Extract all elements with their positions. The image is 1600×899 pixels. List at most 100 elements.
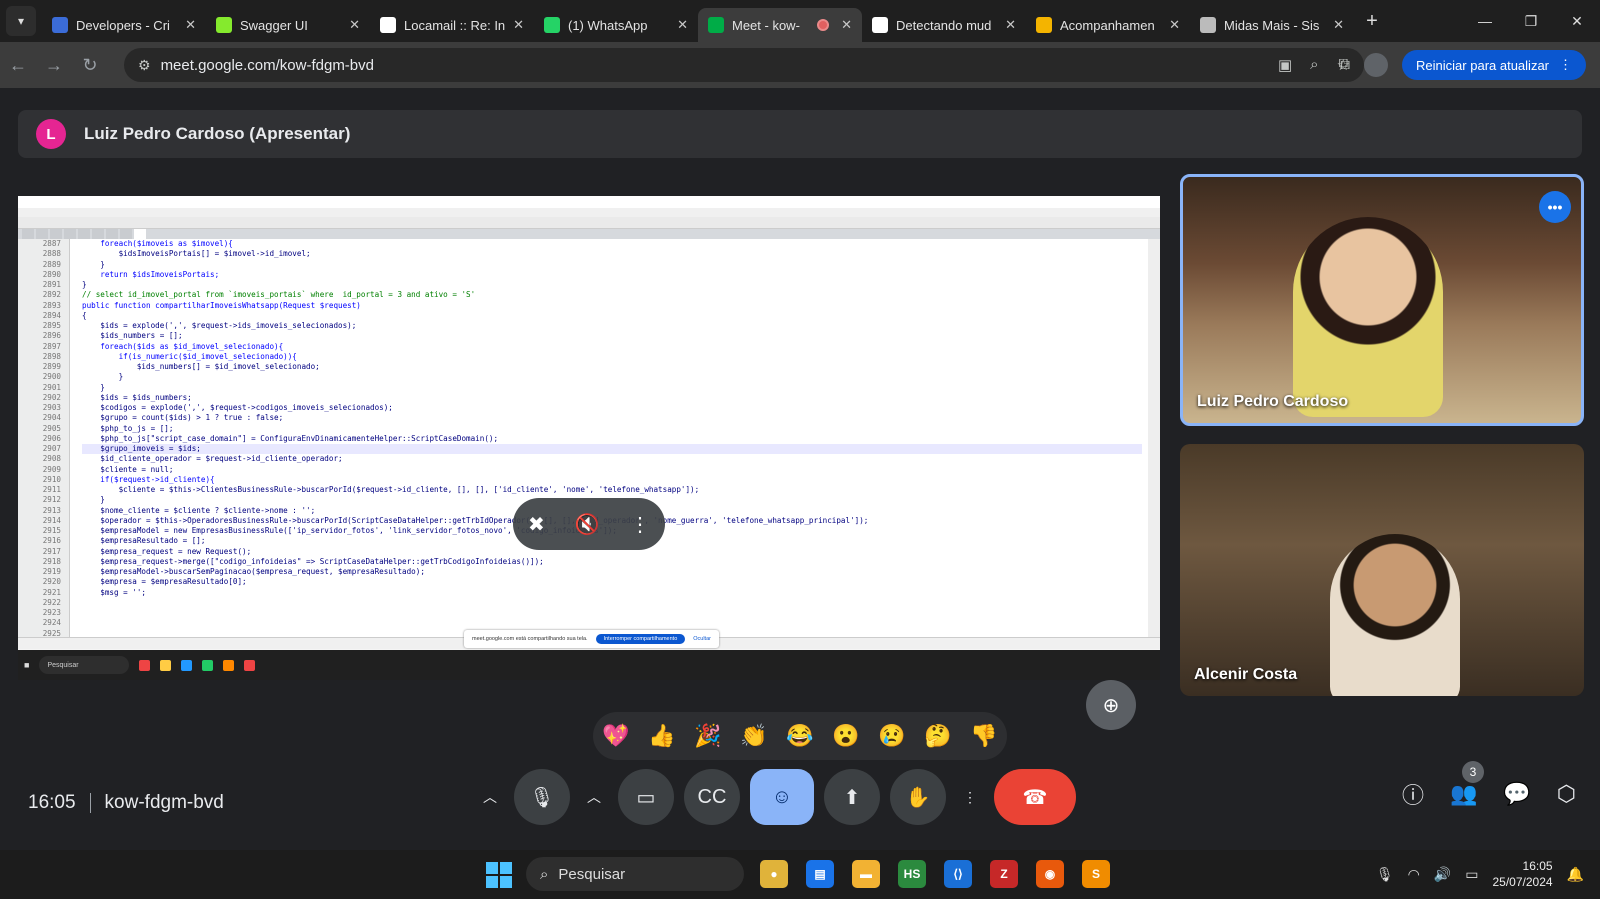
reactions-button[interactable]: ☺ [750,769,814,825]
battery-icon[interactable]: ▭ [1465,866,1478,883]
forward-button[interactable]: → [36,55,72,76]
close-tab-icon[interactable]: ✕ [677,17,688,33]
raise-hand-button[interactable]: ✋ [890,769,946,825]
call-controls: ︿ 🎙 ︿ ▭ CC ☺ ⬆ ✋ ⋮ ☎ [476,768,1076,826]
profile-avatar[interactable] [1364,53,1389,77]
vscode-app-icon[interactable]: ⟨⟩ [944,860,972,888]
minimize-button[interactable]: — [1462,0,1508,42]
reaction-emoji-button[interactable]: 👎 [970,723,997,749]
mic-off-icon[interactable]: ✖ [528,512,545,537]
more-options-button[interactable]: ⋮ [956,769,984,825]
camera-button[interactable]: ▭ [618,769,674,825]
remote-app-icon [160,659,172,671]
browser-tab[interactable]: Developers - Cri ✕ [42,8,206,42]
taskbar-apps: ● ▤ ▬ HS ⟨⟩ Z ◉ S [760,860,1110,888]
taskbar-clock[interactable]: 16:05 25/07/2024 [1493,858,1553,890]
line-number: 2906 [42,433,61,443]
firefox-app-icon[interactable]: ◉ [1036,860,1064,888]
chrome-app-icon[interactable]: ● [760,860,788,888]
omnibox[interactable]: ⚙ meet.google.com/kow-fdgm-bvd ▣ ⌕ ☆ [124,48,1364,82]
sublime-app-icon[interactable]: S [1082,860,1110,888]
back-button[interactable]: ← [0,55,36,76]
microphone-button[interactable]: 🎙 [514,769,570,825]
new-tab-button[interactable]: + [1358,10,1386,33]
close-tab-icon[interactable]: ✕ [1005,17,1016,33]
url-text[interactable]: meet.google.com/kow-fdgm-bvd [161,57,374,74]
browser-tab[interactable]: Acompanhamen ✕ [1026,8,1190,42]
code-line: foreach($ids as $id_imovel_selecionado){ [82,341,284,351]
notepad-tabs [18,229,1160,239]
reaction-emoji-button[interactable]: 💖 [602,723,629,749]
browser-tab[interactable]: Midas Mais - Sis ✕ [1190,8,1354,42]
reaction-emoji-button[interactable]: 👏 [740,723,767,749]
close-tab-icon[interactable]: ✕ [349,17,360,33]
shared-screen[interactable]: 2887 2888 2889 2890 2891 2892 2893 2894 2895 2896… [18,196,1160,680]
heidisql-app-icon[interactable]: HS [898,860,926,888]
reaction-emoji-button[interactable]: 😢 [878,723,905,749]
code-line: foreach($imoveis as $imovel){ [82,239,233,248]
presenting-title: Luiz Pedro Cardoso (Apresentar) [84,124,351,143]
reaction-emoji-button[interactable]: 👍 [648,723,675,749]
speaker-off-icon[interactable]: 🔇 [575,512,600,537]
code-line: } [82,259,105,269]
notepad-app-icon[interactable]: ▤ [806,860,834,888]
close-window-button[interactable]: ✕ [1554,0,1600,42]
extensions-icon[interactable]: ⧉ [1339,56,1350,74]
present-button[interactable]: ⬆ [824,769,880,825]
explorer-app-icon[interactable]: ▬ [852,860,880,888]
tile-more-button[interactable]: ••• [1539,191,1571,223]
browser-tab[interactable]: Swagger UI ✕ [206,8,370,42]
browser-tab[interactable]: Detectando mud ✕ [862,8,1026,42]
zoom-in-button[interactable]: ⊕ [1086,680,1136,730]
chat-icon[interactable]: 💬 [1503,781,1530,807]
reaction-emoji-button[interactable]: 🎉 [694,723,721,749]
reaction-emoji-button[interactable]: 😮 [832,723,859,749]
start-button[interactable] [486,862,512,888]
code-line: } [82,280,87,289]
reload-button[interactable]: ↻ [72,55,108,76]
line-number: 2899 [42,362,61,371]
browser-tab[interactable]: (1) WhatsApp ✕ [534,8,698,42]
video-options-button[interactable]: ︿ [580,769,608,825]
restore-button[interactable]: ❐ [1508,0,1554,42]
site-info-icon[interactable]: ⚙ [138,57,151,74]
people-button[interactable]: 3 👥 [1450,761,1484,807]
taskbar-search[interactable]: ⌕ Pesquisar [526,857,744,891]
close-tab-icon[interactable]: ✕ [1333,17,1344,33]
code-line: $msg = ''; [82,587,147,597]
line-number: 2889 [42,259,61,269]
mic-tray-icon[interactable]: 🎙 [1376,866,1394,883]
code-line: $ids_numbers[] = $id_imovel_selecionado; [82,362,320,371]
notifications-icon[interactable]: 🔔 [1567,866,1584,883]
participant-tile[interactable]: ••• Luiz Pedro Cardoso [1180,174,1584,426]
reaction-emoji-button[interactable]: 😂 [786,723,813,749]
code-line: $php_to_js = []; [82,423,174,433]
tab-search-button[interactable]: ▾ [6,6,36,36]
update-button[interactable]: Reiniciar para atualizar ⋮ [1402,50,1586,80]
more-options-icon[interactable]: ⋮ [630,512,650,537]
code-line: $cliente = null; [82,464,174,474]
tab-title: (1) WhatsApp [568,17,648,33]
divider [89,793,91,813]
meeting-info-icon[interactable]: ⓘ [1402,778,1424,810]
participant-tile[interactable]: Alcenir Costa [1180,444,1584,696]
tab-favicon-icon [872,17,888,33]
captions-button[interactable]: CC [684,769,740,825]
browser-tab[interactable]: Meet - kow- ✕ [698,8,862,42]
close-tab-icon[interactable]: ✕ [513,17,524,33]
leave-call-button[interactable]: ☎ [994,769,1076,825]
camera-icon[interactable]: ▣ [1278,56,1292,74]
wifi-icon[interactable]: ◠ [1408,866,1420,883]
reaction-emoji-button[interactable]: 🤔 [924,723,951,749]
line-number: 2893 [42,300,61,310]
close-tab-icon[interactable]: ✕ [841,17,852,33]
close-tab-icon[interactable]: ✕ [1169,17,1180,33]
close-tab-icon[interactable]: ✕ [185,17,196,33]
audio-options-button[interactable]: ︿ [476,769,504,825]
zoom-icon[interactable]: ⌕ [1310,56,1318,74]
filezilla-app-icon[interactable]: Z [990,860,1018,888]
activities-icon[interactable]: ⬡ [1557,781,1576,807]
browser-tab[interactable]: Locamail :: Re: In ✕ [370,8,534,42]
volume-icon[interactable]: 🔊 [1434,866,1451,883]
tab-strip: Developers - Cri ✕ Swagger UI ✕ Locamail :: … [42,0,1354,42]
